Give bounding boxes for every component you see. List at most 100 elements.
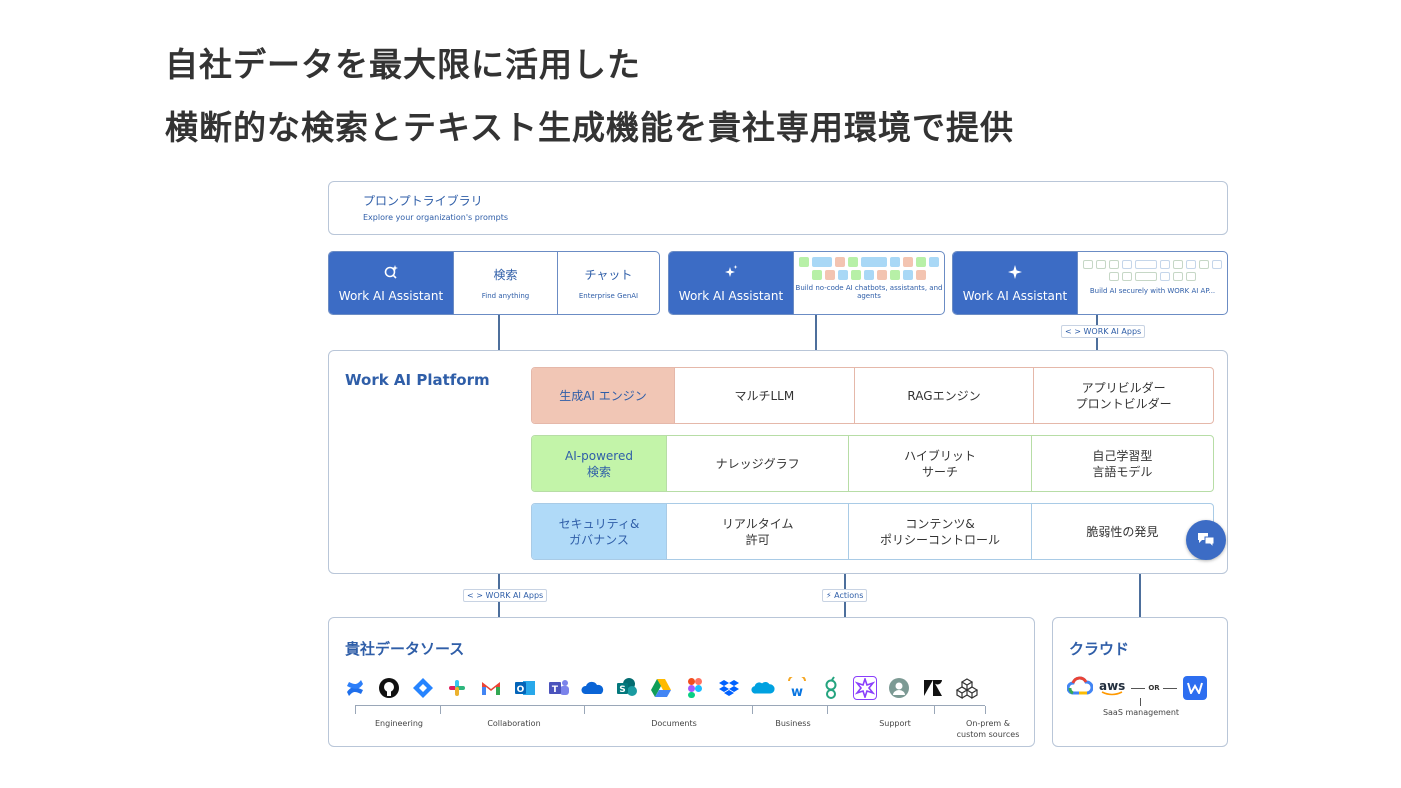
aws-icon[interactable]: aws xyxy=(1099,678,1126,696)
gong-icon[interactable] xyxy=(853,676,877,700)
work-ai-apps-tag-top: < > WORK AI Apps xyxy=(1061,325,1146,338)
sparkle-icon xyxy=(1007,264,1023,283)
user-avatar-icon[interactable] xyxy=(887,676,911,700)
agents-desc: Build no-code AI chatbots, assistants, a… xyxy=(795,284,943,300)
zendesk-icon[interactable] xyxy=(921,676,945,700)
search-cell[interactable]: 検索 Find anything xyxy=(453,252,557,314)
row1-cell-4[interactable]: アプリビルダー プロントビルダー xyxy=(1033,368,1213,423)
connector-line xyxy=(1139,574,1141,617)
axis-tick xyxy=(827,706,828,714)
cloud-panel: クラウド aws OR SaaS management xyxy=(1052,617,1228,747)
search-sub: Find anything xyxy=(481,292,530,300)
row1-cell-1[interactable]: 生成AI エンジン xyxy=(532,368,674,423)
apps-cell[interactable]: Build AI securely with WORK AI AP... xyxy=(1077,252,1227,314)
platform-row-search: AI-powered 検索 ナレッジグラフ ハイブリット サーチ 自己学習型 言… xyxy=(531,435,1214,492)
work-ai-apps-label: WORK AI Apps xyxy=(1083,327,1142,336)
axis-tick xyxy=(440,706,441,714)
category-engineering: Engineering xyxy=(375,719,423,728)
connector-line xyxy=(815,315,817,350)
saas-connector xyxy=(1140,698,1141,706)
row2-cell-1[interactable]: AI-powered 検索 xyxy=(532,436,666,491)
dropbox-icon[interactable] xyxy=(717,676,741,700)
headline-line-1: 自社データを最大限に活用した xyxy=(165,45,641,84)
platform-row-engine: 生成AI エンジン マルチLLM RAGエンジン アプリビルダー プロントビルダ… xyxy=(531,367,1214,424)
axis-tick xyxy=(985,706,986,714)
onprem-cubes-icon[interactable] xyxy=(955,676,979,700)
saas-management-caption: SaaS management xyxy=(1102,708,1180,717)
figma-icon[interactable] xyxy=(683,676,707,700)
actions-tag: ⚡ Actions xyxy=(822,589,868,602)
apps-desc: Build AI securely with WORK AI AP... xyxy=(1089,287,1216,295)
chat-cell[interactable]: チャット Enterprise GenAI xyxy=(557,252,659,314)
salesforce-icon[interactable] xyxy=(751,676,775,700)
assistant-brand-label: Work AI Assistant xyxy=(962,288,1068,303)
gmail-icon[interactable] xyxy=(479,676,503,700)
agent-tiles-thumbnail xyxy=(799,257,939,280)
row3-cell-4[interactable]: 脆弱性の発見 xyxy=(1030,504,1213,559)
assistant-brand: Work AI Assistant xyxy=(329,252,453,314)
teams-icon[interactable]: T xyxy=(547,676,571,700)
row2-cell-2[interactable]: ナレッジグラフ xyxy=(666,436,848,491)
onedrive-icon[interactable] xyxy=(581,676,605,700)
chat-title: チャット xyxy=(584,268,633,282)
headline-line-2: 横断的な検索とテキスト生成機能を貴社専用環境で提供 xyxy=(165,108,1015,147)
row2-cell-4[interactable]: 自己学習型 言語モデル xyxy=(1030,436,1213,491)
assistant-card-apps[interactable]: Work AI Assistant Build AI securely with… xyxy=(952,251,1228,315)
source-icons: O T S w xyxy=(343,676,979,700)
cloud-providers: aws OR xyxy=(1066,676,1207,700)
work-ai-apps-tag-bottom: < > WORK AI Apps xyxy=(463,589,548,602)
sparkle-search-icon xyxy=(383,264,399,283)
category-collaboration: Collaboration xyxy=(487,719,541,728)
platform-row-security: セキュリティ& ガバナンス リアルタイム 許可 コンテンツ& ポリシーコントロー… xyxy=(531,503,1214,560)
saas-management-icon[interactable] xyxy=(1182,676,1207,700)
google-cloud-icon[interactable] xyxy=(1066,676,1094,700)
github-icon[interactable] xyxy=(377,676,401,700)
connector-line xyxy=(498,315,500,350)
axis-tick xyxy=(584,706,585,714)
chat-support-button[interactable] xyxy=(1186,520,1226,560)
or-label: OR xyxy=(1148,684,1160,692)
aws-label: aws xyxy=(1099,678,1126,693)
prompt-library-panel[interactable]: プロンプトライブラリ Explore your organization's p… xyxy=(328,181,1228,235)
axis-tick xyxy=(752,706,753,714)
or-separator: OR xyxy=(1131,684,1177,692)
aws-smile-icon xyxy=(1101,690,1123,695)
category-business: Business xyxy=(775,719,811,728)
prompt-library-title: プロンプトライブラリ xyxy=(363,194,483,208)
outlook-icon[interactable]: O xyxy=(513,676,537,700)
chat-bubbles-icon xyxy=(1198,533,1215,549)
cloud-title: クラウド xyxy=(1069,640,1130,658)
agents-cell[interactable]: Build no-code AI chatbots, assistants, a… xyxy=(793,252,944,314)
workday-icon[interactable]: w xyxy=(785,676,809,700)
row2-cell-3[interactable]: ハイブリット サーチ xyxy=(848,436,1030,491)
category-support: Support xyxy=(879,719,911,728)
prompt-library-subtitle: Explore your organization's prompts xyxy=(363,213,509,222)
category-documents: Documents xyxy=(651,719,697,728)
row3-cell-1[interactable]: セキュリティ& ガバナンス xyxy=(532,504,666,559)
assistant-brand-label: Work AI Assistant xyxy=(678,288,784,303)
svg-text:w: w xyxy=(791,685,803,699)
assistant-card-agents[interactable]: Work AI Assistant Build no-code AI chatb… xyxy=(668,251,945,315)
assistant-brand: Work AI Assistant xyxy=(953,252,1077,314)
svg-text:T: T xyxy=(552,685,559,695)
sparkles-icon xyxy=(723,264,739,283)
platform-title: Work AI Platform xyxy=(345,371,490,389)
greenhouse-icon[interactable] xyxy=(819,676,843,700)
row3-cell-3[interactable]: コンテンツ& ポリシーコントロール xyxy=(848,504,1030,559)
confluence-icon[interactable] xyxy=(343,676,367,700)
row3-cell-2[interactable]: リアルタイム 許可 xyxy=(666,504,848,559)
jira-icon[interactable] xyxy=(411,676,435,700)
assistant-brand: Work AI Assistant xyxy=(669,252,793,314)
google-drive-icon[interactable] xyxy=(649,676,673,700)
assistant-card-search-chat[interactable]: Work AI Assistant 検索 Find anything チャット … xyxy=(328,251,660,315)
slack-icon[interactable] xyxy=(445,676,469,700)
category-onprem: On-prem & custom sources xyxy=(956,719,1020,739)
work-ai-platform-panel: Work AI Platform 生成AI エンジン マルチLLM RAGエンジ… xyxy=(328,350,1228,574)
search-title: 検索 xyxy=(493,268,518,282)
lightning-icon: ⚡ xyxy=(826,591,832,600)
row1-cell-3[interactable]: RAGエンジン xyxy=(853,368,1034,423)
work-ai-apps-label: WORK AI Apps xyxy=(485,591,544,600)
row1-cell-2[interactable]: マルチLLM xyxy=(674,368,854,423)
sharepoint-icon[interactable]: S xyxy=(615,676,639,700)
app-builder-thumbnail xyxy=(1083,260,1223,281)
